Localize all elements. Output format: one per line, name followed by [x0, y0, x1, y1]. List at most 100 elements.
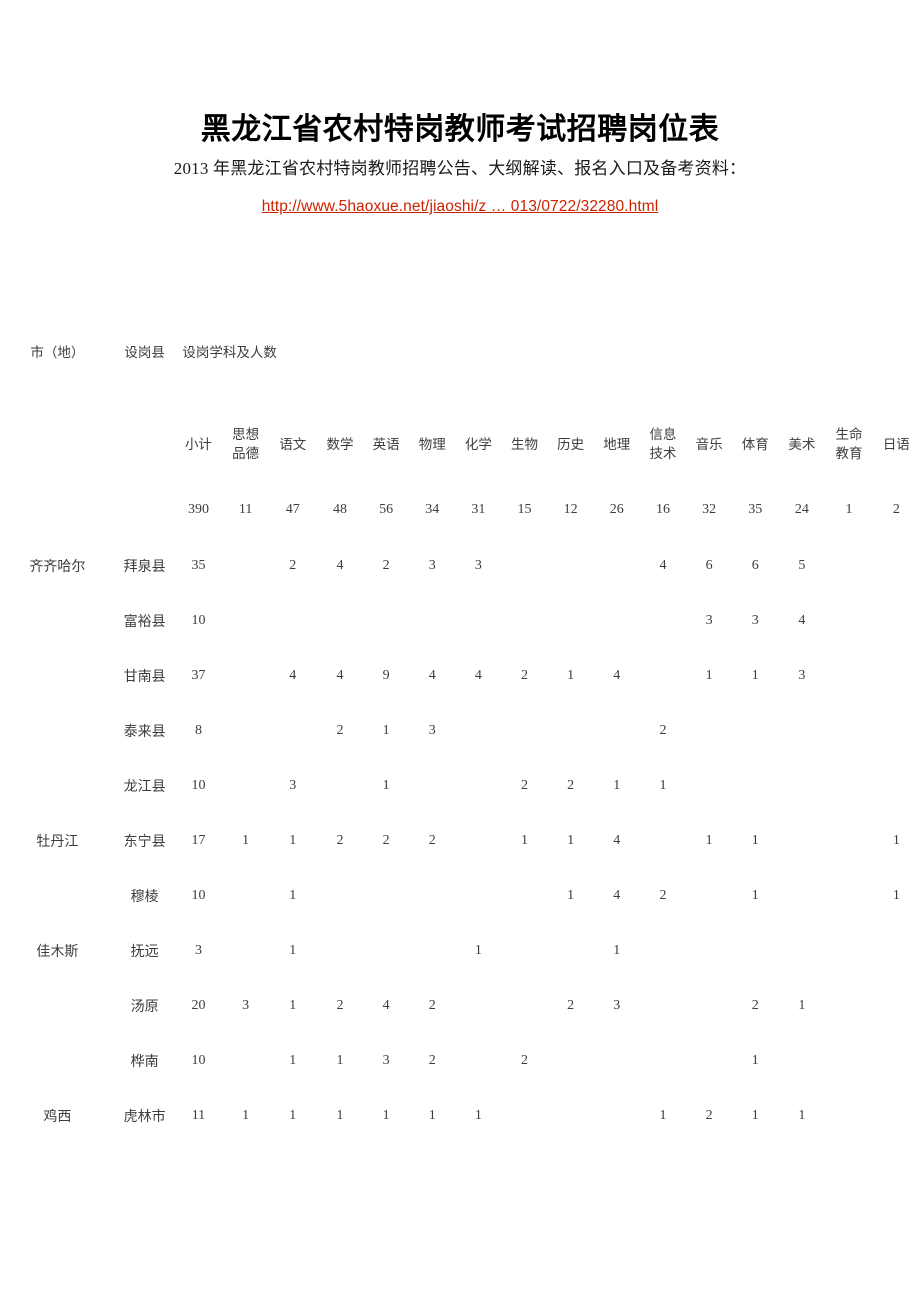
- banner-spacer: [0, 366, 920, 406]
- cell-lifeedu: [825, 593, 872, 648]
- cell-history: [548, 703, 594, 758]
- cell-city: [0, 758, 115, 813]
- cell-subtotal: 10: [191, 612, 206, 628]
- cell-chinese: [269, 593, 317, 648]
- cell-infotech: 1: [659, 1107, 667, 1123]
- cell-biology: [501, 1088, 547, 1143]
- col-header-geography: 地理: [603, 436, 631, 452]
- cell-math: 1: [336, 1107, 344, 1123]
- totals-english: 56: [379, 502, 394, 517]
- cell-physics: 3: [428, 722, 436, 738]
- cell-infotech: 1: [659, 777, 667, 793]
- table-row: 佳木斯 抚远 3 1 1 1: [0, 923, 920, 978]
- cell-math: [317, 758, 363, 813]
- cell-chinese: 3: [289, 777, 297, 793]
- cell-history: [548, 923, 594, 978]
- cell-lifeedu: [825, 978, 872, 1033]
- source-link[interactable]: http://www.5haoxue.net/jiaoshi/z … 013/0…: [262, 197, 659, 217]
- totals-pe: 35: [748, 502, 763, 517]
- cell-math: 2: [336, 832, 344, 848]
- cell-lifeedu: [825, 703, 872, 758]
- cell-infotech: [640, 813, 686, 868]
- cell-english: 4: [382, 997, 390, 1013]
- cell-lifeedu: [825, 1088, 872, 1143]
- cell-pe: 2: [751, 997, 759, 1013]
- cell-history: [548, 538, 594, 593]
- cell-music: [686, 868, 732, 923]
- cell-chemistry: 1: [474, 942, 482, 958]
- cell-biology: [501, 923, 547, 978]
- cell-geography: 4: [613, 667, 621, 683]
- cell-county: 虎林市: [123, 1109, 166, 1125]
- cell-infotech: 2: [659, 887, 667, 903]
- cell-lifeedu: [825, 813, 872, 868]
- cell-pe: 6: [751, 557, 759, 573]
- table-row: 牡丹江 东宁县 17 1 1 2 2 2 1 1 4 1 1 1: [0, 813, 920, 868]
- cell-pe: 1: [751, 1107, 759, 1123]
- table-banner-row: 市（地） 设岗县 设岗学科及人数: [0, 336, 920, 366]
- cell-history: 2: [567, 777, 575, 793]
- cell-ideology: [223, 868, 269, 923]
- cell-infotech: [640, 923, 686, 978]
- table-body: 齐齐哈尔 拜泉县 35 2 4 2 3 3 4 6 6 5 富裕县 10 3 3 4 甘南县 37 4 4 9 4 4 2 1 4 1…: [0, 538, 920, 1143]
- cell-chinese: 4: [289, 667, 297, 683]
- cell-ideology: [223, 1033, 269, 1088]
- table-row: 龙江县 10 3 1 2 2 1 1: [0, 758, 920, 813]
- cell-chemistry: 1: [474, 1107, 482, 1123]
- cell-history: [548, 1033, 594, 1088]
- col-header-music: 音乐: [695, 436, 723, 452]
- cell-japanese: 1: [892, 832, 900, 848]
- cell-lifeedu: [825, 758, 872, 813]
- cell-pe: [732, 758, 778, 813]
- cell-chinese: 1: [289, 887, 297, 903]
- cell-ideology: 1: [242, 1107, 250, 1123]
- subject-header-row: 小计 思想 品德 语文 数学 英语 物理 化学 生物 历史 地理 信息 技术 音…: [0, 406, 920, 482]
- cell-ideology: 3: [242, 997, 250, 1013]
- cell-chinese: 1: [289, 832, 297, 848]
- totals-geography: 26: [609, 502, 624, 517]
- cell-music: [686, 978, 732, 1033]
- cell-physics: [409, 758, 455, 813]
- cell-lifeedu: [825, 923, 872, 978]
- cell-city: 佳木斯: [36, 944, 79, 960]
- cell-biology: [501, 593, 547, 648]
- cell-music: [686, 703, 732, 758]
- cell-subtotal: 37: [191, 667, 206, 683]
- col-header-infotech: 信息 技术: [649, 427, 677, 461]
- cell-pe: 1: [751, 1052, 759, 1068]
- cell-japanese: [873, 593, 920, 648]
- cell-physics: 4: [428, 667, 436, 683]
- cell-infotech: [640, 593, 686, 648]
- cell-chemistry: 3: [474, 557, 482, 573]
- col-header-pe: 体育: [741, 436, 769, 452]
- col-header-physics: 物理: [418, 436, 446, 452]
- col-header-chinese: 语文: [279, 436, 307, 452]
- cell-county: 抚远: [130, 944, 159, 960]
- cell-county: 拜泉县: [123, 559, 166, 575]
- cell-art: [778, 758, 825, 813]
- cell-pe: 3: [751, 612, 759, 628]
- cell-subtotal: 10: [191, 1052, 206, 1068]
- document-header: 黑龙江省农村特岗教师考试招聘岗位表 2013 年黑龙江省农村特岗教师招聘公告、大…: [0, 0, 920, 217]
- cell-city: 牡丹江: [36, 834, 79, 850]
- col-header-history: 历史: [557, 436, 585, 452]
- cell-physics: 3: [428, 557, 436, 573]
- cell-history: [548, 593, 594, 648]
- cell-physics: 1: [428, 1107, 436, 1123]
- cell-art: 1: [798, 997, 806, 1013]
- cell-ideology: [223, 703, 269, 758]
- cell-county: 富裕县: [123, 614, 166, 630]
- col-header-art: 美术: [788, 436, 816, 452]
- cell-subtotal: 17: [191, 832, 206, 848]
- cell-chinese: 1: [289, 1107, 297, 1123]
- col-header-english: 英语: [372, 436, 400, 452]
- table-row: 泰来县 8 2 1 3 2: [0, 703, 920, 758]
- cell-music: 1: [705, 667, 713, 683]
- cell-math: 4: [336, 667, 344, 683]
- cell-city: [0, 868, 115, 923]
- cell-geography: [594, 703, 640, 758]
- cell-county: 汤原: [130, 999, 159, 1015]
- cell-english: 2: [382, 557, 390, 573]
- cell-physics: 2: [428, 997, 436, 1013]
- cell-japanese: 1: [892, 887, 900, 903]
